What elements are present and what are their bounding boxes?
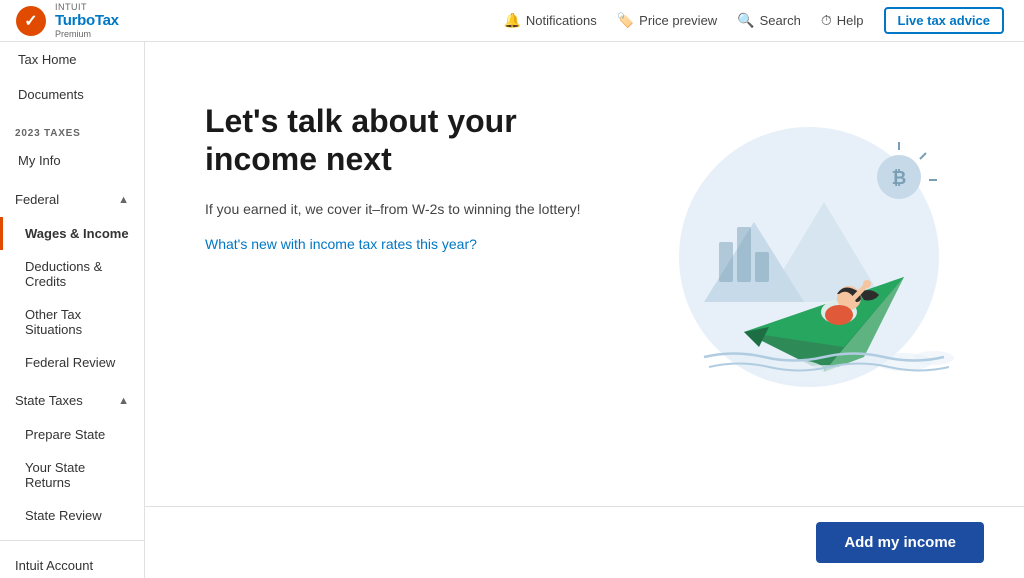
search-label: Search: [760, 13, 801, 28]
state-taxes-group: State Taxes ▲ Prepare State Your State R…: [0, 383, 144, 532]
your-state-returns-label: Your State Returns: [25, 460, 129, 490]
sidebar-item-federal-review[interactable]: Federal Review: [0, 346, 144, 379]
notifications-nav-item[interactable]: 🔔 Notifications: [503, 12, 596, 29]
content-text: Let's talk about your income next If you…: [205, 92, 585, 506]
notifications-label: Notifications: [526, 13, 597, 28]
other-tax-situations-label: Other Tax Situations: [25, 307, 129, 337]
live-tax-advice-button[interactable]: Live tax advice: [884, 7, 1005, 34]
income-illustration: ₿: [624, 102, 964, 392]
sidebar-divider: [0, 540, 144, 541]
federal-chevron-up-icon: ▲: [118, 194, 129, 206]
content-body: Let's talk about your income next If you…: [145, 42, 1024, 506]
sidebar-item-prepare-state[interactable]: Prepare State: [0, 418, 144, 451]
turbotax-logo-icon: ✓: [15, 5, 47, 37]
svg-text:₿: ₿: [892, 168, 907, 188]
help-label: Help: [837, 13, 864, 28]
search-nav-item[interactable]: 🔍 Search: [737, 12, 801, 29]
federal-label: Federal: [15, 192, 59, 207]
deductions-credits-label: Deductions & Credits: [25, 259, 129, 289]
logo-intuit-text: intuit: [55, 2, 119, 12]
help-icon: ⏱: [821, 12, 832, 29]
state-taxes-label: State Taxes: [15, 393, 83, 408]
sidebar-item-my-info[interactable]: My Info: [0, 143, 144, 178]
sidebar-item-your-state-returns[interactable]: Your State Returns: [0, 451, 144, 499]
federal-group: Federal ▲ Wages & Income Deductions & Cr…: [0, 182, 144, 379]
federal-review-label: Federal Review: [25, 355, 115, 370]
logo: ✓ intuit TurboTax Premium: [0, 0, 145, 42]
state-review-label: State Review: [25, 508, 102, 523]
sidebar-item-intuit-account[interactable]: Intuit Account: [0, 549, 144, 578]
price-preview-label: Price preview: [639, 13, 717, 28]
tax-home-label: Tax Home: [18, 52, 77, 67]
state-taxes-group-header[interactable]: State Taxes ▲: [0, 383, 144, 418]
taxes-section-header: 2023 TAXES: [0, 116, 144, 143]
bell-icon: 🔔: [503, 12, 520, 29]
sidebar-item-state-review[interactable]: State Review: [0, 499, 144, 532]
content-inner: Let's talk about your income next If you…: [145, 42, 1024, 578]
documents-label: Documents: [18, 87, 84, 102]
federal-group-header[interactable]: Federal ▲: [0, 182, 144, 217]
header-nav: 🔔 Notifications 🏷️ Price preview 🔍 Searc…: [503, 7, 1004, 34]
intuit-account-label: Intuit Account: [15, 558, 93, 573]
prepare-state-label: Prepare State: [25, 427, 105, 442]
income-tax-rates-link[interactable]: What's new with income tax rates this ye…: [205, 236, 477, 252]
content-area: Let's talk about your income next If you…: [145, 42, 1024, 578]
sidebar-item-documents[interactable]: Documents: [0, 77, 144, 112]
search-icon: 🔍: [737, 12, 754, 29]
my-info-group: My Info: [0, 143, 144, 178]
sidebar: Tax Home Documents 2023 TAXES My Info Fe…: [0, 42, 145, 578]
help-nav-item[interactable]: ⏱ Help: [821, 12, 864, 29]
sidebar-item-wages-income[interactable]: Wages & Income: [0, 217, 144, 250]
main-layout: Tax Home Documents 2023 TAXES My Info Fe…: [0, 42, 1024, 578]
page-subtitle: If you earned it, we cover it–from W-2s …: [205, 199, 585, 220]
price-icon: 🏷️: [617, 12, 634, 29]
my-info-label: My Info: [18, 153, 61, 168]
sidebar-item-tax-home[interactable]: Tax Home: [0, 42, 144, 77]
illustration-area: ₿: [605, 92, 985, 506]
sidebar-item-deductions-credits[interactable]: Deductions & Credits: [0, 250, 144, 298]
logo-turbotax-text: TurboTax: [55, 12, 119, 29]
content-footer: Add my income: [145, 506, 1024, 578]
header: ✓ intuit TurboTax Premium 🔔 Notification…: [0, 0, 1024, 42]
price-preview-nav-item[interactable]: 🏷️ Price preview: [617, 12, 717, 29]
add-my-income-button[interactable]: Add my income: [816, 522, 984, 563]
top-nav-group: Tax Home Documents: [0, 42, 144, 112]
state-chevron-up-icon: ▲: [118, 395, 129, 407]
svg-text:✓: ✓: [24, 13, 37, 30]
page-title: Let's talk about your income next: [205, 102, 585, 179]
logo-premium-text: Premium: [55, 29, 119, 39]
sidebar-item-other-tax-situations[interactable]: Other Tax Situations: [0, 298, 144, 346]
wages-income-label: Wages & Income: [25, 226, 129, 241]
